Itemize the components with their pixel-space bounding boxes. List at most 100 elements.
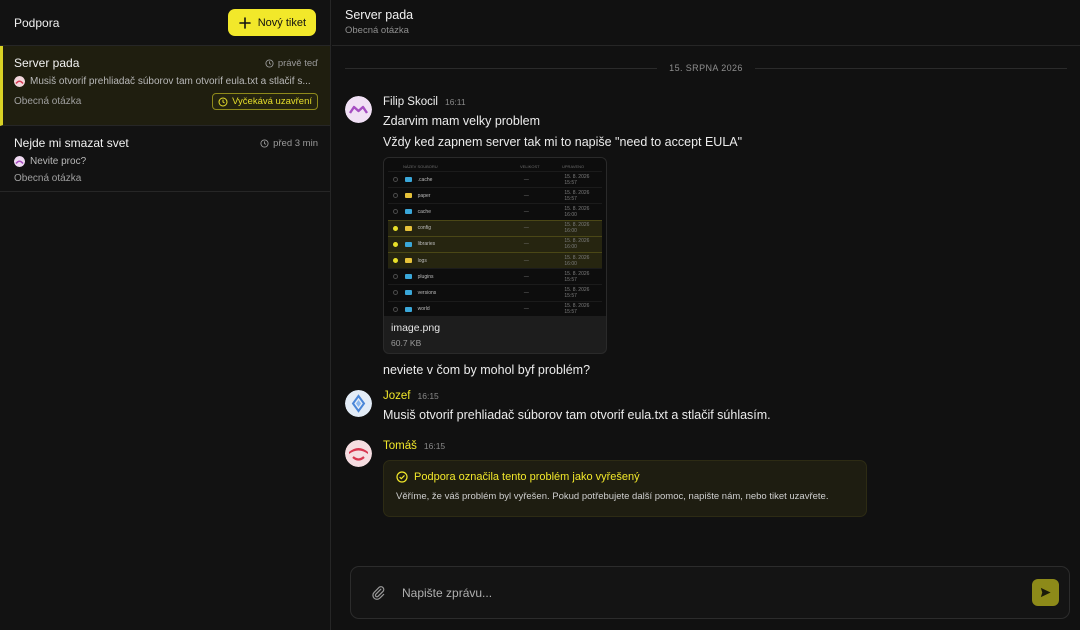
message-filip: Filip Skocil 16:11 Zdarvim mam velky pro… [345,96,1067,377]
ticket-sidebar: Podpora Nový tiket Server pada právě teď… [0,0,331,630]
preview-row: paper — 15. 8. 2026 15:57 [388,187,602,203]
preview-file-date: 15. 8. 2026 16:00 [564,205,590,218]
ticket-title: Server pada [14,56,80,70]
folder-icon [404,177,412,183]
preview-file-name: paper [417,192,431,199]
ticket-time-label: před 3 min [273,137,318,149]
image-attachment[interactable]: NÁZEV SOUBORU VELIKOST UPRAVENO .cache — 1… [383,157,607,354]
preview-file-name: libraries [417,241,436,248]
message-jozef: Jozef 16:15 Musiš otvorif prehliadač súb… [345,390,1067,422]
ticket-title: Nejde mi smazat svet [14,136,129,150]
avatar [345,390,372,417]
ticket-preview-text: Musiš otvorif prehliadač súborov tam otv… [30,76,311,87]
ticket-category: Obecná otázka [14,173,82,184]
ticket-time-label: právě teď [277,57,318,69]
preview-file-date: 15. 8. 2026 16:00 [564,254,590,267]
message-time: 16:11 [444,97,466,107]
preview-file-size: — [523,241,529,248]
resolved-description: Věříme, že váš problém byl vyřešen. Poku… [396,491,829,502]
preview-row: world — 15. 8. 2026 15:57 [388,300,602,317]
avatar [345,96,372,123]
clock-icon [260,138,269,148]
status-badge: Vyčekává uzavření [212,93,318,110]
preview-row: logs — 15. 8. 2026 16:00 [388,251,602,269]
resolved-notice: Podpora označila tento problém jako vyře… [383,460,867,517]
preview-file-date: 15. 8. 2026 15:57 [564,286,590,299]
preview-file-size: — [523,192,529,199]
folder-icon [404,225,412,231]
preview-file-size: — [523,208,529,215]
plus-icon [238,16,251,29]
preview-file-size: — [523,273,529,280]
check-circle-icon [396,471,408,483]
message-text: neviete v čom by mohol byf problém? [383,363,591,377]
divider [754,67,1067,69]
checkbox-icon [393,306,398,312]
preview-file-date: 15. 8. 2026 15:57 [564,303,590,316]
ticket-item-nejde-mi-smazat-svet[interactable]: Nejde mi smazat svet před 3 min Nevite p… [0,126,330,192]
message-input[interactable] [402,585,1032,600]
preview-file-size: — [523,257,529,264]
checkbox-icon [393,290,398,296]
preview-rows: .cache — 15. 8. 2026 15:57 paper — 15. 8. 202… [388,171,602,317]
chat-header: Server pada Obecná otázka [332,0,1080,46]
message-text: Zdarvim mam velky problem [383,114,540,128]
preview-header: NÁZEV SOUBORU VELIKOST UPRAVENO [388,162,602,171]
preview-row: libraries — 15. 8. 2026 16:00 [388,235,602,252]
preview-file-date: 15. 8. 2026 15:57 [564,173,590,186]
date-separator-label: 15. SRPNA 2026 [669,63,743,73]
folder-icon [404,290,412,296]
message-time: 16:15 [423,441,446,451]
clock-icon [218,97,228,106]
message-author: Tomáš [383,440,417,452]
preview-file-size: — [523,176,529,183]
preview-col-size: VELIKOST [520,164,540,169]
preview-file-name: config [417,225,431,232]
preview-file-size: — [523,306,529,313]
attachment-name: image.png [391,322,441,334]
divider [345,67,658,69]
folder-icon [404,306,412,312]
ticket-preview: Nevite proc? [14,156,318,167]
preview-file-name: versions [417,289,437,296]
date-separator: 15. SRPNA 2026 [345,62,1067,74]
preview-row: .cache — 15. 8. 2026 15:57 [388,171,602,187]
preview-row: plugins — 15. 8. 2026 15:57 [388,268,602,284]
preview-file-name: logs [417,257,427,264]
checkbox-icon [393,258,398,264]
ticket-item-server-pada[interactable]: Server pada právě teď Musiš otvorif preh… [0,46,330,126]
checkbox-icon [393,241,398,247]
preview-col-name: NÁZEV SOUBORU [403,164,438,169]
folder-icon [404,193,412,199]
folder-icon [404,258,412,264]
preview-file-name: cache [417,208,431,215]
avatar-icon [14,76,25,87]
chat-panel: Server pada Obecná otázka 15. SRPNA 2026… [332,0,1080,630]
message-composer [350,566,1070,619]
sidebar-title: Podpora [14,15,60,30]
avatar-icon [14,156,25,167]
preview-file-date: 15. 8. 2026 16:00 [564,238,590,251]
sidebar-header: Podpora Nový tiket [0,0,330,46]
preview-row: cache — 15. 8. 2026 16:00 [388,203,602,219]
resolved-title: Podpora označila tento problém jako vyře… [414,471,640,483]
preview-file-date: 15. 8. 2026 16:00 [564,222,590,235]
attachment-size: 60.7 KB [391,338,422,348]
status-badge-label: Vyčekává uzavření [232,96,312,107]
paperclip-icon[interactable] [371,585,386,600]
attachment-preview: NÁZEV SOUBORU VELIKOST UPRAVENO .cache — 1… [384,158,606,316]
preview-row: config — 15. 8. 2026 16:00 [388,219,602,236]
message-text: Vždy ked zapnem server tak mi to napiše … [383,135,743,149]
preview-file-name: plugins [417,273,434,280]
send-button[interactable] [1032,579,1059,606]
checkbox-icon [393,193,398,199]
send-icon [1040,587,1051,598]
preview-file-size: — [523,225,529,232]
message-author: Jozef [383,390,411,402]
new-ticket-button[interactable]: Nový tiket [227,9,316,36]
preview-file-name: world [417,306,430,313]
ticket-preview-text: Nevite proc? [30,156,87,167]
preview-col-date: UPRAVENO [562,164,585,169]
ticket-preview: Musiš otvorif prehliadač súborov tam otv… [14,76,318,87]
checkbox-icon [393,209,398,215]
